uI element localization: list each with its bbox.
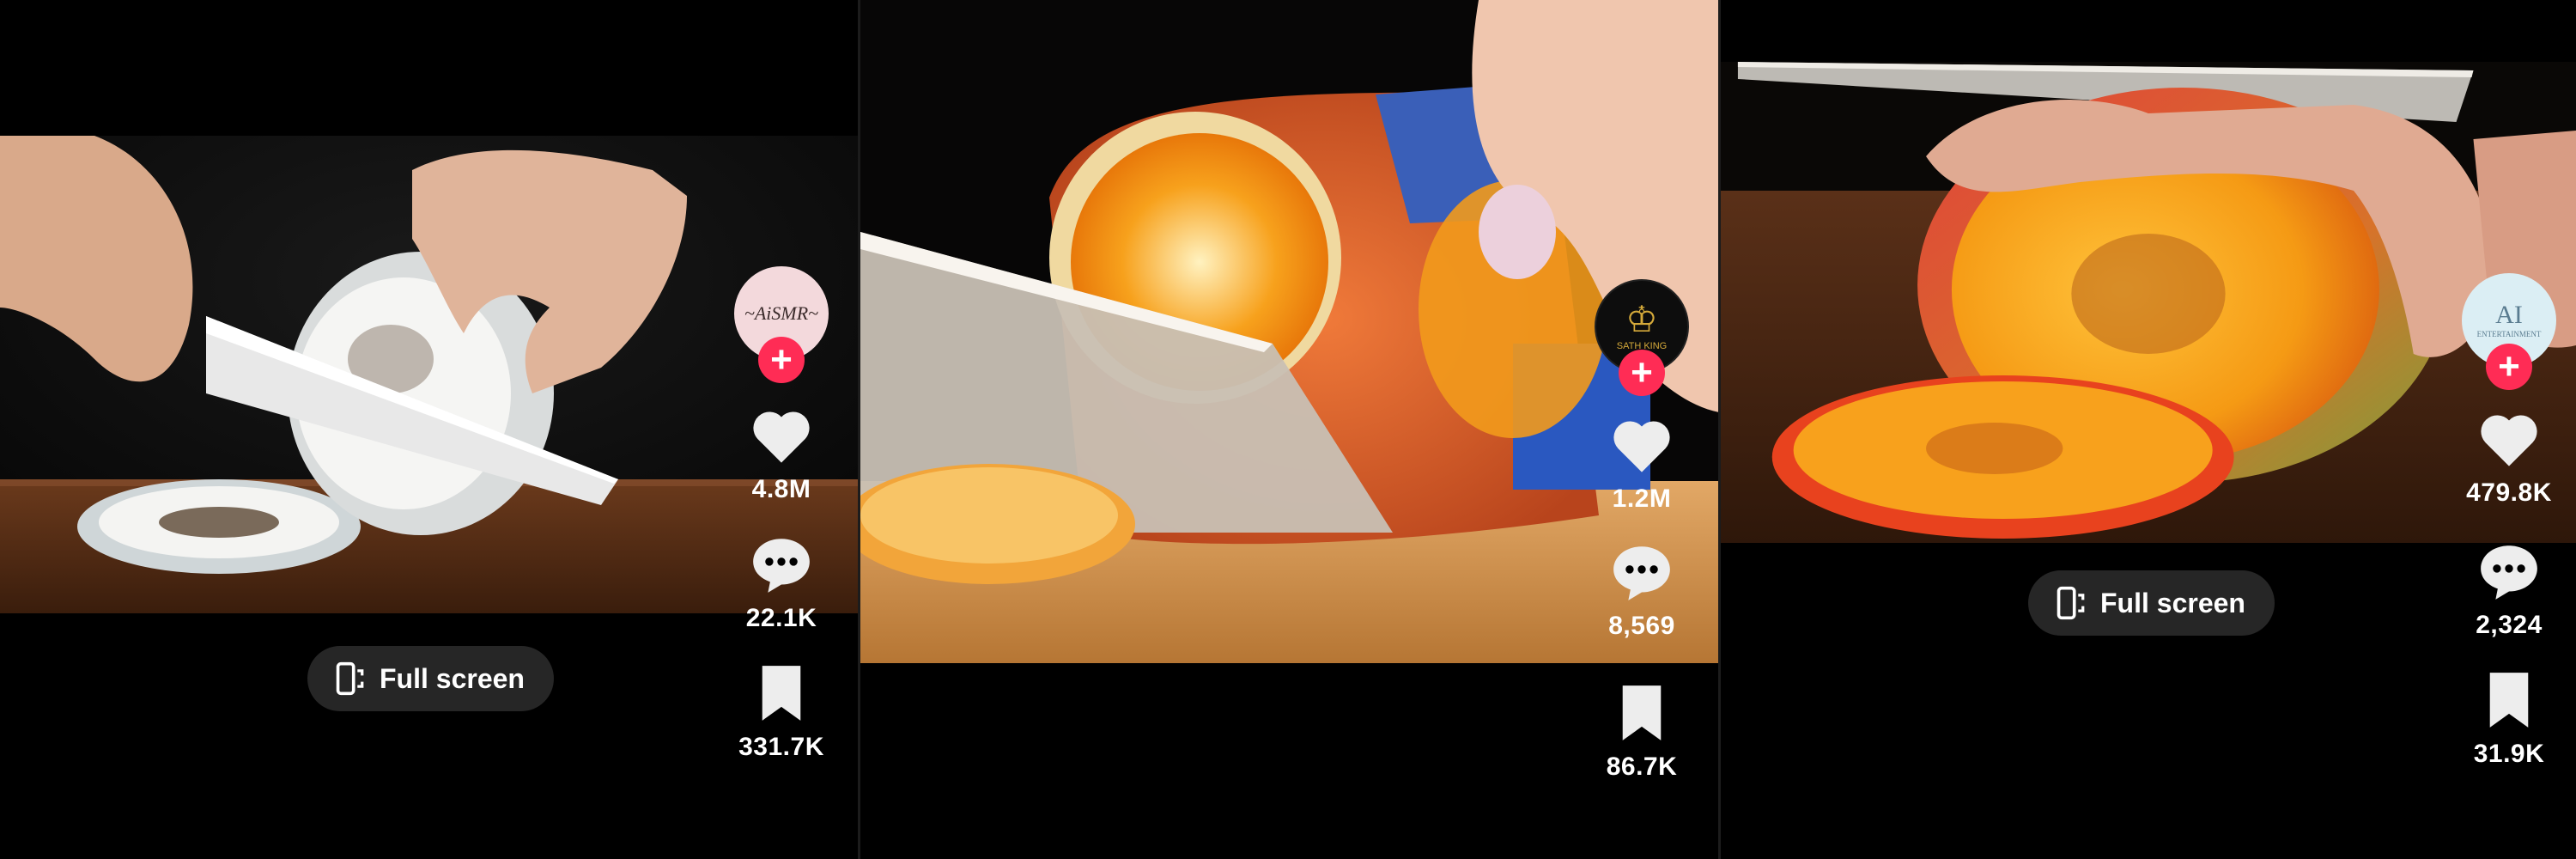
- action-rail: AI ENTERTAINMENT + 479.8K 2,324 31.9K: [2458, 273, 2561, 769]
- video-panel-2: ♔ SATH KING + 1.2M 8,569 86.7K: [860, 0, 1719, 859]
- comment-icon: [1607, 538, 1676, 606]
- comment-count: 22.1K: [745, 604, 817, 632]
- comment-button[interactable]: 8,569: [1607, 538, 1676, 641]
- save-button[interactable]: 331.7K: [738, 659, 824, 762]
- video-frame[interactable]: [1721, 62, 2576, 543]
- comment-button[interactable]: 2,324: [2475, 537, 2543, 640]
- bookmark-icon: [1607, 679, 1676, 747]
- save-count: 31.9K: [2473, 740, 2545, 768]
- save-count: 86.7K: [1606, 752, 1678, 781]
- like-count: 4.8M: [751, 475, 811, 503]
- save-count: 331.7K: [738, 733, 824, 761]
- video-thumbnail: [1721, 62, 2576, 543]
- save-button[interactable]: 31.9K: [2474, 666, 2545, 769]
- follow-button[interactable]: +: [758, 337, 805, 383]
- heart-icon: [1607, 411, 1676, 479]
- like-button[interactable]: 1.2M: [1607, 411, 1676, 514]
- aismr-logo-icon: ~AiSMR~: [744, 302, 819, 324]
- lion-crest-icon: ♔: [1625, 299, 1658, 339]
- heart-icon: [2475, 405, 2543, 473]
- video-panel-3: AI ENTERTAINMENT + 479.8K 2,324 31.9K Fu…: [1721, 0, 2576, 859]
- heart-icon: [747, 401, 816, 470]
- follow-button[interactable]: +: [1619, 350, 1665, 396]
- creator-avatar-wrap: AI ENTERTAINMENT +: [2462, 273, 2556, 390]
- fullscreen-icon: [2057, 586, 2085, 620]
- comment-count: 8,569: [1608, 612, 1675, 640]
- like-count: 479.8K: [2466, 478, 2552, 507]
- bookmark-icon: [2475, 666, 2543, 734]
- follow-button[interactable]: +: [2486, 344, 2532, 390]
- like-count: 1.2M: [1612, 484, 1672, 513]
- fullscreen-label: Full screen: [2100, 587, 2245, 618]
- creator-avatar-wrap: ~AiSMR~ +: [734, 266, 829, 383]
- video-panel-1: ~AiSMR~ + 4.8M 22.1K 331.7K Full screen: [0, 0, 859, 859]
- save-button[interactable]: 86.7K: [1607, 679, 1678, 782]
- action-rail: ♔ SATH KING + 1.2M 8,569 86.7K: [1590, 279, 1693, 782]
- fullscreen-button[interactable]: Full screen: [307, 646, 554, 711]
- comment-icon: [2475, 537, 2543, 606]
- ai-entertainment-logo-icon: AI: [2495, 301, 2523, 329]
- like-button[interactable]: 4.8M: [747, 401, 816, 504]
- comment-count: 2,324: [2476, 611, 2543, 639]
- comment-icon: [747, 530, 816, 599]
- comment-button[interactable]: 22.1K: [746, 530, 817, 633]
- fullscreen-icon: [336, 661, 364, 696]
- fullscreen-button[interactable]: Full screen: [2028, 570, 2275, 636]
- creator-avatar-wrap: ♔ SATH KING +: [1595, 279, 1689, 396]
- action-rail: ~AiSMR~ + 4.8M 22.1K 331.7K: [730, 266, 833, 762]
- like-button[interactable]: 479.8K: [2466, 405, 2552, 508]
- bookmark-icon: [747, 659, 816, 728]
- fullscreen-label: Full screen: [380, 662, 525, 694]
